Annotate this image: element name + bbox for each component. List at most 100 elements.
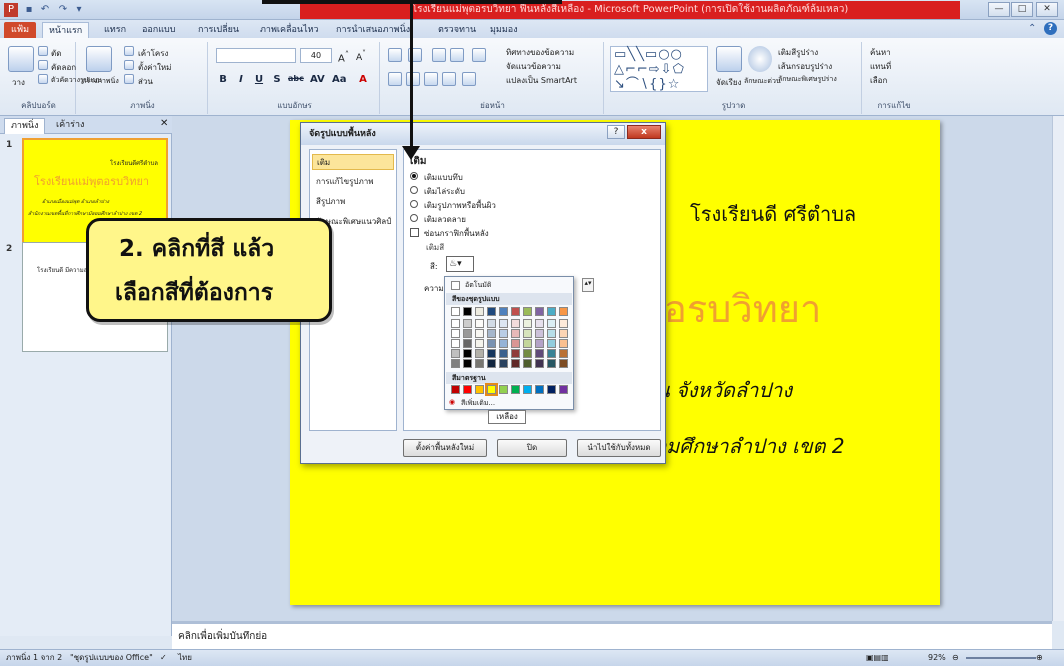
theme-color-swatch[interactable] xyxy=(487,359,496,368)
grow-font-icon[interactable]: A˄ xyxy=(338,49,349,64)
tab-home[interactable]: หน้าแรก xyxy=(42,22,90,38)
theme-color-swatch[interactable] xyxy=(523,359,532,368)
slide-line-office[interactable]: ัถมศึกษาลำปาง เขต 2 xyxy=(654,430,845,462)
font-name-combo[interactable] xyxy=(216,48,296,63)
spacing-icon[interactable]: AV xyxy=(310,74,325,85)
replace-button[interactable]: แทนที่ xyxy=(870,60,891,73)
theme-color-swatch[interactable] xyxy=(451,349,460,358)
theme-color-swatch[interactable] xyxy=(451,329,460,338)
tab-animations[interactable]: ภาพเคลื่อนไหว xyxy=(254,22,325,38)
cut-icon[interactable] xyxy=(38,46,48,56)
underline-icon[interactable]: U xyxy=(252,74,266,85)
bullets-icon[interactable] xyxy=(388,48,402,62)
standard-color-swatch[interactable] xyxy=(451,385,460,394)
theme-color-swatch[interactable] xyxy=(475,329,484,338)
shapes-gallery[interactable]: ▭╲╲▭○○ △⌐⌐⇨⇩⬠ ↘⌒∖{}☆ xyxy=(610,46,708,92)
theme-color-swatch[interactable] xyxy=(523,319,532,328)
theme-color-swatch[interactable] xyxy=(463,349,472,358)
close-dialog-button[interactable]: ปิด xyxy=(497,439,567,457)
close-button[interactable]: ✕ xyxy=(1036,2,1058,17)
strikethrough-icon[interactable]: abc xyxy=(288,74,304,83)
reset-icon[interactable] xyxy=(124,60,134,70)
arrange-icon[interactable] xyxy=(716,46,742,72)
tab-review[interactable]: ตรวจทาน xyxy=(432,22,482,38)
theme-color-swatch[interactable] xyxy=(511,359,520,368)
notes-pane[interactable]: คลิกเพื่อเพิ่มบันทึกย่อ xyxy=(172,621,1052,649)
italic-icon[interactable]: I xyxy=(234,74,248,85)
theme-color-swatch[interactable] xyxy=(451,339,460,348)
standard-color-swatch[interactable] xyxy=(463,385,472,394)
standard-color-swatch[interactable] xyxy=(547,385,556,394)
justify-icon[interactable] xyxy=(442,72,456,86)
theme-color-swatch[interactable] xyxy=(511,339,520,348)
theme-color-swatch[interactable] xyxy=(499,359,508,368)
more-colors-option[interactable]: สีเพิ่มเติม... xyxy=(461,398,495,409)
smartart-button[interactable]: แปลงเป็น SmartArt xyxy=(506,74,577,87)
tab-outline[interactable]: เค้าร่าง xyxy=(50,118,90,134)
theme-color-swatch[interactable] xyxy=(487,319,496,328)
line-spacing-icon[interactable] xyxy=(472,48,486,62)
transparency-spinner[interactable]: ▴▾ xyxy=(582,278,594,292)
minimize-ribbon-icon[interactable]: ⌃ xyxy=(1028,23,1036,34)
tab-transitions[interactable]: การเปลี่ยน xyxy=(192,22,245,38)
theme-color-swatch[interactable] xyxy=(535,349,544,358)
theme-color-swatch[interactable] xyxy=(475,307,484,316)
theme-color-swatch[interactable] xyxy=(559,339,568,348)
standard-color-swatch[interactable] xyxy=(485,383,498,396)
theme-color-swatch[interactable] xyxy=(511,307,520,316)
reset-background-button[interactable]: ตั้งค่าพื้นหลังใหม่ xyxy=(403,439,487,457)
new-slide-icon[interactable] xyxy=(86,46,112,72)
zoom-level[interactable]: 92% xyxy=(928,650,946,666)
dialog-close-button[interactable]: x xyxy=(627,125,661,139)
vertical-scrollbar[interactable] xyxy=(1052,116,1064,621)
increase-indent-icon[interactable] xyxy=(450,48,464,62)
theme-color-swatch[interactable] xyxy=(475,339,484,348)
tab-design[interactable]: ออกแบบ xyxy=(136,22,182,38)
quick-styles-icon[interactable] xyxy=(748,46,772,72)
section-icon[interactable] xyxy=(124,74,134,84)
apply-to-all-button[interactable]: นำไปใช้กับทั้งหมด xyxy=(577,439,661,457)
hide-background-checkbox[interactable] xyxy=(410,228,419,237)
language[interactable]: ไทย xyxy=(178,650,192,666)
tab-insert[interactable]: แทรก xyxy=(98,22,132,38)
theme-color-swatch[interactable] xyxy=(463,307,472,316)
spellcheck-icon[interactable]: ✓ xyxy=(160,650,167,666)
theme-color-swatch[interactable] xyxy=(523,339,532,348)
theme-color-swatch[interactable] xyxy=(463,359,472,368)
theme-color-swatch[interactable] xyxy=(559,349,568,358)
pattern-fill-radio[interactable] xyxy=(410,214,418,222)
shape-outline-button[interactable]: เส้นกรอบรูปร่าง xyxy=(778,60,832,73)
theme-color-swatch[interactable] xyxy=(511,329,520,338)
solid-fill-label[interactable]: เติมแบบทึบ xyxy=(424,171,463,184)
paste-icon[interactable] xyxy=(8,46,34,72)
shadow-icon[interactable]: S xyxy=(270,74,284,85)
theme-color-swatch[interactable] xyxy=(487,329,496,338)
slide-title[interactable]: อรบวิทยา xyxy=(664,278,821,339)
gradient-fill-label[interactable]: เติมไล่ระดับ xyxy=(424,185,465,198)
gradient-fill-radio[interactable] xyxy=(410,186,418,194)
paste-button[interactable]: วาง xyxy=(12,76,25,89)
zoom-slider[interactable] xyxy=(966,657,1036,659)
solid-fill-radio[interactable] xyxy=(410,172,418,180)
pattern-fill-label[interactable]: เติมลวดลาย xyxy=(424,213,466,226)
theme-color-swatch[interactable] xyxy=(463,329,472,338)
app-icon[interactable]: P xyxy=(4,3,18,17)
text-direction-button[interactable]: ทิศทางของข้อความ xyxy=(506,46,574,59)
theme-color-swatch[interactable] xyxy=(463,319,472,328)
layout-button[interactable]: เค้าโครง xyxy=(138,47,168,60)
theme-color-swatch[interactable] xyxy=(475,359,484,368)
view-buttons-icon[interactable]: ▣▤▥ xyxy=(866,650,889,666)
theme-color-swatch[interactable] xyxy=(535,307,544,316)
standard-color-swatch[interactable] xyxy=(523,385,532,394)
help-icon[interactable]: ? xyxy=(1044,22,1057,35)
theme-color-swatch[interactable] xyxy=(559,329,568,338)
theme-color-swatch[interactable] xyxy=(451,307,460,316)
theme-color-swatch[interactable] xyxy=(499,319,508,328)
undo-icon[interactable]: ↶ xyxy=(38,3,52,17)
cut-button[interactable]: ตัด xyxy=(51,47,61,60)
nav-item-fill[interactable]: เติม xyxy=(312,154,394,170)
theme-color-swatch[interactable] xyxy=(559,319,568,328)
dialog-help-button[interactable]: ? xyxy=(607,125,625,139)
maximize-button[interactable]: □ xyxy=(1011,2,1033,17)
theme-color-swatch[interactable] xyxy=(475,349,484,358)
